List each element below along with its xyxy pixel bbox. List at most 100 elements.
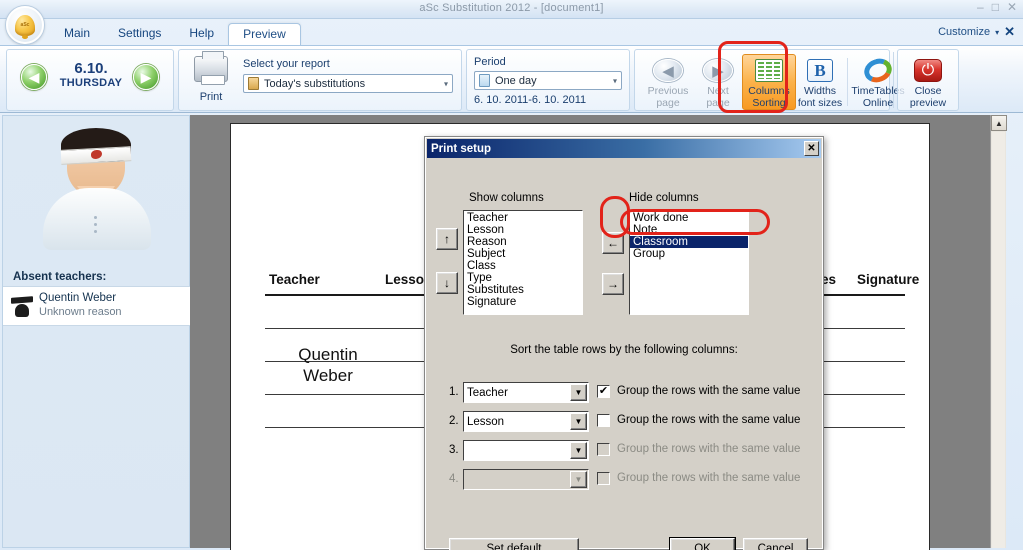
ribbon: ◀ 6.10. THURSDAY ▶ Print Select your rep…: [0, 45, 1023, 113]
previous-day-button[interactable]: ◀: [21, 64, 47, 90]
hide-columns-listbox[interactable]: Work done Note Classroom Group: [629, 210, 749, 315]
tab-settings[interactable]: Settings: [104, 23, 175, 45]
app-logo-orb[interactable]: aSc: [6, 6, 44, 44]
chevron-down-icon: ▾: [612, 76, 617, 85]
previous-page-button[interactable]: ◀ Previous page: [641, 54, 695, 110]
previous-page-label-2: page: [656, 97, 680, 109]
report-select-value: Today's substitutions: [264, 77, 366, 90]
injured-teacher-avatar: [33, 128, 161, 250]
move-down-button[interactable]: ↓: [436, 272, 458, 294]
absent-teacher-reason: Unknown reason: [39, 306, 122, 318]
power-glyph: ⏻: [921, 61, 935, 79]
close-preview-button[interactable]: ⏻ Close preview: [901, 54, 955, 110]
list-item[interactable]: Reason: [464, 236, 582, 248]
chevron-down-icon: ▾: [443, 79, 448, 88]
ribbon-tab-strip: aSc Main Settings Help Preview Customize…: [0, 6, 1023, 46]
print-button[interactable]: Print: [189, 51, 233, 103]
arrow-left-glyph: ◀: [662, 62, 674, 80]
previous-page-label-1: Previous: [647, 85, 689, 97]
group-checkbox-1[interactable]: ✔: [597, 385, 610, 398]
close-window-button[interactable]: ✕: [1007, 1, 1017, 13]
chevron-down-icon: ▼: [570, 442, 587, 459]
set-default-button[interactable]: Set default: [449, 538, 579, 550]
list-item[interactable]: Group: [630, 248, 748, 260]
timetables-label-2: Online: [862, 97, 894, 109]
arrow-left-icon: ◀: [28, 69, 40, 85]
sort-column-select-4: ▼: [463, 469, 589, 490]
columns-sorting-label-1: Columns: [748, 85, 790, 97]
list-item-selected[interactable]: Classroom: [630, 236, 748, 248]
close-ribbon-icon[interactable]: ✕: [1004, 24, 1015, 40]
vertical-scrollbar[interactable]: ▲: [990, 115, 1007, 548]
teacher-name-line2: Weber: [303, 366, 353, 385]
sort-column-select-1[interactable]: Teacher ▼: [463, 382, 589, 403]
move-right-button[interactable]: →: [602, 273, 624, 295]
move-left-button[interactable]: ←: [602, 232, 624, 254]
sort-row-3-number: 3.: [449, 444, 459, 456]
sort-row-4-number: 4.: [449, 473, 459, 485]
group-checkbox-label-1: Group the rows with the same value: [617, 385, 801, 397]
date-number: 6.10.: [74, 60, 108, 77]
dialog-title-bar: Print setup ✕: [427, 139, 821, 158]
scrollbar-track[interactable]: [992, 132, 1005, 548]
list-item[interactable]: Work done: [630, 212, 748, 224]
tab-main[interactable]: Main: [50, 23, 104, 45]
columns-sorting-label-2: Sorting: [752, 97, 786, 109]
list-item[interactable]: Class: [464, 260, 582, 272]
date-weekday: THURSDAY: [59, 77, 123, 89]
list-item[interactable]: Subject: [464, 248, 582, 260]
sort-column-select-3[interactable]: ▼: [463, 440, 589, 461]
next-page-label-1: Next: [707, 85, 729, 97]
list-item[interactable]: Note: [630, 224, 748, 236]
calendar-icon: [479, 74, 490, 87]
bell-logo-icon: aSc: [15, 14, 35, 36]
show-columns-listbox[interactable]: Teacher Lesson Reason Subject Class Type…: [463, 210, 583, 315]
list-item[interactable]: Teacher: [464, 212, 582, 224]
list-item[interactable]: Signature: [464, 296, 582, 308]
absent-teachers-list: Quentin Weber Unknown reason: [3, 286, 191, 326]
column-header-teacher: Teacher: [269, 272, 320, 287]
dialog-body: Show columns Hide columns Teacher Lesson…: [425, 160, 823, 550]
next-day-button[interactable]: ▶: [133, 64, 159, 90]
sort-column-select-2[interactable]: Lesson ▼: [463, 411, 589, 432]
customize-menu[interactable]: Customize ▾ ✕: [938, 24, 1015, 40]
period-select[interactable]: One day ▾: [474, 71, 622, 90]
chevron-down-icon: ▾: [995, 27, 1000, 37]
sort-row-1-number: 1.: [449, 386, 459, 398]
columns-sorting-button[interactable]: Columns Sorting: [742, 54, 796, 110]
teacher-name-line1: Quentin: [298, 345, 358, 364]
tab-help[interactable]: Help: [175, 23, 228, 45]
hide-columns-label: Hide columns: [629, 192, 699, 204]
columns-grid-icon: [755, 59, 783, 82]
list-item[interactable]: Type: [464, 272, 582, 284]
power-icon: ⏻: [914, 59, 942, 82]
group-checkbox-2[interactable]: [597, 414, 610, 427]
bold-b-icon: B: [807, 59, 833, 82]
show-columns-label: Show columns: [469, 192, 544, 204]
sort-instruction-label: Sort the table rows by the following col…: [510, 344, 738, 356]
minimize-button[interactable]: –: [977, 1, 984, 13]
scroll-up-button[interactable]: ▲: [991, 115, 1007, 131]
dialog-close-button[interactable]: ✕: [804, 141, 819, 156]
next-page-button[interactable]: ▶ Next page: [691, 54, 745, 110]
maximize-button[interactable]: □: [992, 1, 999, 13]
widths-font-sizes-button[interactable]: B Widths font sizes: [793, 54, 847, 110]
absent-teachers-label: Absent teachers:: [13, 271, 107, 283]
printer-icon: [194, 51, 228, 85]
move-up-button[interactable]: ↑: [436, 228, 458, 250]
report-select[interactable]: Today's substitutions ▾: [243, 74, 453, 93]
cancel-button[interactable]: Cancel: [743, 538, 808, 550]
group-checkbox-3: [597, 443, 610, 456]
print-setup-dialog: Print setup ✕ Show columns Hide columns …: [424, 136, 824, 550]
list-item[interactable]: Quentin Weber Unknown reason: [3, 287, 191, 327]
application-window: aSc Substitution 2012 - [document1] – □ …: [0, 0, 1023, 550]
list-item[interactable]: Substitutes: [464, 284, 582, 296]
tab-preview[interactable]: Preview: [228, 23, 301, 46]
ok-button[interactable]: OK: [669, 537, 736, 550]
column-header-signature: Signature: [857, 272, 920, 287]
list-item[interactable]: Lesson: [464, 224, 582, 236]
cell-teacher-name: Quentin Weber: [265, 344, 391, 386]
report-icon: [248, 77, 259, 90]
arrow-right-icon: ▶: [140, 69, 152, 85]
period-select-value: One day: [495, 74, 537, 87]
